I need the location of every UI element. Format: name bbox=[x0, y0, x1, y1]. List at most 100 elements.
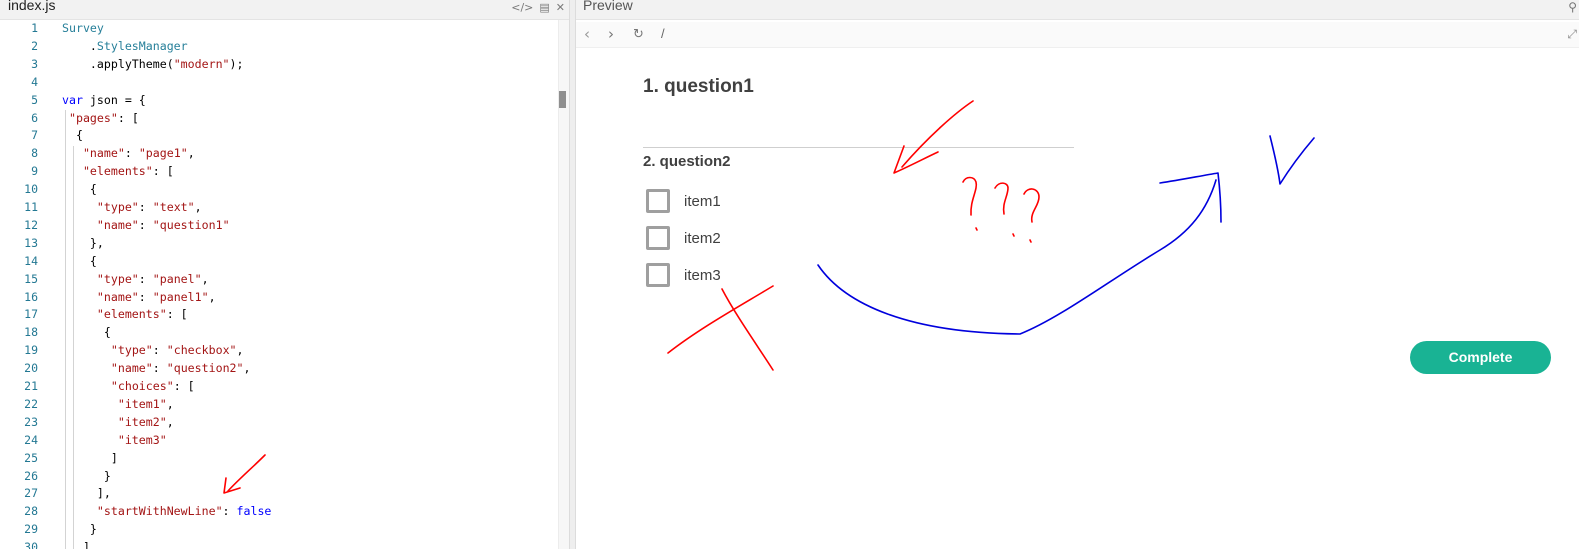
code-text: "name": "question2", bbox=[110, 361, 251, 376]
line-number: 5 bbox=[31, 92, 38, 107]
forward-icon[interactable]: › bbox=[608, 25, 614, 43]
line-number: 16 bbox=[24, 289, 38, 304]
line-number: 12 bbox=[24, 217, 38, 232]
back-icon[interactable]: ‹ bbox=[584, 25, 590, 43]
code-text: }, bbox=[62, 235, 104, 250]
code-line[interactable]: 22 "item1", bbox=[0, 396, 556, 414]
code-line[interactable]: 26 } bbox=[0, 468, 556, 486]
code-text: "type": "panel", bbox=[96, 271, 209, 286]
choice-item3[interactable]: item3 bbox=[646, 263, 721, 287]
choice-item1[interactable]: item1 bbox=[646, 189, 721, 213]
code-text: var json = { bbox=[62, 92, 146, 107]
code-line[interactable]: 8 "name": "page1", bbox=[0, 145, 556, 163]
line-number: 2 bbox=[31, 38, 38, 53]
url-path[interactable]: / bbox=[661, 26, 665, 41]
preview-navbar: ‹ › ↻ / ⤢ bbox=[576, 22, 1579, 48]
search-icon[interactable]: ⚲ bbox=[1568, 0, 1577, 14]
expand-icon[interactable]: ⤢ bbox=[1567, 27, 1577, 42]
editor-scrollbar-thumb[interactable] bbox=[559, 91, 566, 108]
line-number: 19 bbox=[24, 343, 38, 358]
code-line[interactable]: 23 "item2", bbox=[0, 414, 556, 432]
code-line[interactable]: 12 "name": "question1" bbox=[0, 217, 556, 235]
code-text: } bbox=[62, 522, 97, 537]
code-text: "name": "panel1", bbox=[96, 289, 216, 304]
choice-label-item2: item2 bbox=[684, 229, 721, 247]
close-icon[interactable]: ✕ bbox=[556, 1, 565, 15]
code-line[interactable]: 29 } bbox=[0, 521, 556, 539]
checkbox-item1[interactable] bbox=[646, 189, 670, 213]
code-line[interactable]: 5 var json = { bbox=[0, 92, 556, 110]
line-number: 6 bbox=[31, 110, 38, 125]
code-line[interactable]: 7 { bbox=[0, 127, 556, 145]
code-text: { bbox=[62, 128, 83, 143]
checkbox-item2[interactable] bbox=[646, 226, 670, 250]
code-line[interactable]: 17 "elements": [ bbox=[0, 306, 556, 324]
line-number: 11 bbox=[24, 200, 38, 214]
code-text: "type": "text", bbox=[96, 200, 202, 214]
line-number: 9 bbox=[31, 164, 38, 179]
code-text: "type": "checkbox", bbox=[110, 343, 244, 358]
code-text: "item3" bbox=[117, 432, 167, 447]
line-number: 4 bbox=[31, 74, 38, 89]
code-line[interactable]: 9 "elements": [ bbox=[0, 163, 556, 181]
question1-underline bbox=[643, 147, 1074, 148]
editor-file-tab[interactable]: index.js bbox=[8, 0, 55, 13]
pane-splitter[interactable] bbox=[569, 0, 576, 549]
code-line[interactable]: 20 "name": "question2", bbox=[0, 360, 556, 378]
code-text: "pages": [ bbox=[68, 110, 139, 125]
code-text: .applyTheme("modern"); bbox=[62, 56, 244, 71]
code-line[interactable]: 13 }, bbox=[0, 235, 556, 253]
book-icon[interactable]: ▤ bbox=[539, 1, 549, 15]
complete-button[interactable]: Complete bbox=[1410, 341, 1551, 374]
code-line[interactable]: 27 ], bbox=[0, 485, 556, 503]
code-text: ], bbox=[62, 486, 111, 501]
line-number: 10 bbox=[24, 182, 38, 197]
code-line[interactable]: 2 .StylesManager bbox=[0, 38, 556, 56]
question2-title: 2. question2 bbox=[643, 153, 731, 170]
line-number: 13 bbox=[24, 235, 38, 250]
code-line[interactable]: 1 Survey bbox=[0, 20, 556, 38]
code-line[interactable]: 24 "item3" bbox=[0, 432, 556, 450]
code-area[interactable]: 1 Survey 2 .StylesManager 3 .applyTheme("mo… bbox=[0, 20, 556, 549]
editor-header: index.js </> ▤ ✕ bbox=[0, 0, 569, 20]
line-number: 15 bbox=[24, 271, 38, 286]
preview-title: Preview bbox=[583, 0, 633, 13]
line-number: 1 bbox=[31, 21, 38, 35]
line-number: 8 bbox=[31, 146, 38, 161]
code-line[interactable]: 4 bbox=[0, 74, 556, 92]
code-text: { bbox=[62, 325, 111, 340]
code-line[interactable]: 6 "pages": [ bbox=[0, 110, 556, 128]
line-number: 14 bbox=[24, 253, 38, 268]
code-text: { bbox=[62, 253, 97, 268]
line-number: 3 bbox=[31, 56, 38, 71]
preview-header: Preview ⚲ bbox=[576, 0, 1579, 20]
refresh-icon[interactable]: ↻ bbox=[633, 27, 644, 42]
code-line[interactable]: 18 { bbox=[0, 324, 556, 342]
code-line[interactable]: 15 "type": "panel", bbox=[0, 271, 556, 289]
app-window: index.js </> ▤ ✕ 1 Survey 2 .StylesManager… bbox=[0, 0, 1579, 549]
code-line[interactable]: 19 "type": "checkbox", bbox=[0, 342, 556, 360]
choice-item2[interactable]: item2 bbox=[646, 226, 721, 250]
code-line[interactable]: 28 "startWithNewLine": false bbox=[0, 503, 556, 521]
line-number: 22 bbox=[24, 396, 38, 411]
code-line[interactable]: 21 "choices": [ bbox=[0, 378, 556, 396]
code-line[interactable]: 16 "name": "panel1", bbox=[0, 289, 556, 307]
code-text: "name": "question1" bbox=[96, 217, 230, 232]
code-line[interactable]: 30 ] bbox=[0, 539, 556, 549]
code-text: "choices": [ bbox=[110, 379, 195, 393]
checkbox-item3[interactable] bbox=[646, 263, 670, 287]
code-line[interactable]: 14 { bbox=[0, 253, 556, 271]
code-line[interactable]: 10 { bbox=[0, 181, 556, 199]
choice-label-item1: item1 bbox=[684, 192, 721, 210]
code-line[interactable]: 3 .applyTheme("modern"); bbox=[0, 56, 556, 74]
line-number: 7 bbox=[31, 128, 38, 143]
code-icon[interactable]: </> bbox=[511, 1, 533, 15]
line-number: 21 bbox=[24, 379, 38, 393]
choice-label-item3: item3 bbox=[684, 266, 721, 284]
code-editor-pane: index.js </> ▤ ✕ 1 Survey 2 .StylesManager… bbox=[0, 0, 569, 549]
line-number: 20 bbox=[24, 361, 38, 376]
code-line[interactable]: 25 ] bbox=[0, 450, 556, 468]
code-line[interactable]: 11 "type": "text", bbox=[0, 199, 556, 217]
code-text: "elements": [ bbox=[82, 164, 174, 179]
question1-title: 1. question1 bbox=[643, 76, 754, 97]
